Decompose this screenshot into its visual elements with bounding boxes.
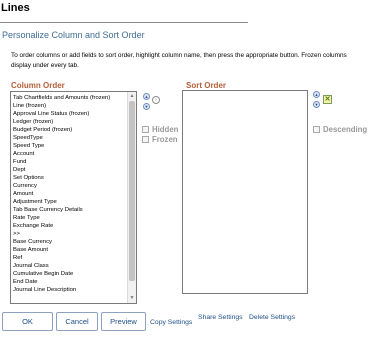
column-list-item[interactable]: Dept <box>13 166 126 174</box>
column-list-item[interactable]: Exchange Rate <box>13 222 126 230</box>
column-list-item[interactable]: Amount <box>13 190 126 198</box>
column-list-item[interactable]: Adjustment Type <box>13 198 126 206</box>
column-list-item[interactable]: Account <box>13 150 126 158</box>
page-subtitle: Personalize Column and Sort Order <box>2 30 145 40</box>
sort-move-up-icon[interactable]: ▲ <box>313 91 320 98</box>
copy-settings-link[interactable]: Copy Settings <box>150 319 192 326</box>
scroll-down-arrow-icon[interactable]: ▼ <box>129 295 135 302</box>
delete-settings-link[interactable]: Delete Settings <box>249 314 295 321</box>
column-list-item[interactable]: Tab Chartfields and Amounts (frozen) <box>13 94 126 102</box>
column-list-item[interactable]: End Date <box>13 278 126 286</box>
column-order-list: Tab Chartfields and Amounts (frozen) Line… <box>13 94 126 294</box>
column-list-item[interactable]: Ledger (frozen) <box>13 118 126 126</box>
column-list-item[interactable]: Budget Period (frozen) <box>13 126 126 134</box>
column-list-item[interactable]: Currency <box>13 182 126 190</box>
frozen-checkbox[interactable] <box>142 136 149 143</box>
column-list-item[interactable]: Fund <box>13 158 126 166</box>
column-list-item[interactable]: Rate Type <box>13 214 126 222</box>
column-list-item[interactable]: Line (frozen) <box>13 102 126 110</box>
scroll-thumb[interactable] <box>129 101 135 281</box>
column-list-item[interactable]: Approval Line Status (frozen) <box>13 110 126 118</box>
column-order-header: Column Order <box>11 81 65 90</box>
column-order-listbox[interactable]: Tab Chartfields and Amounts (frozen) Line… <box>10 91 137 304</box>
column-list-item[interactable]: Tab Base Currency Details <box>13 206 126 214</box>
column-list-item[interactable]: Speed Type <box>13 142 126 150</box>
column-move-down-icon[interactable]: ▼ <box>143 103 150 110</box>
instructions-text: To order columns or add fields to sort o… <box>11 52 347 69</box>
column-list-item[interactable]: Journal Class <box>13 262 126 270</box>
hidden-checkbox[interactable] <box>142 126 149 133</box>
sort-order-listbox[interactable] <box>182 90 308 294</box>
hidden-label: Hidden <box>152 125 179 134</box>
column-move-up-icon[interactable]: ▲ <box>143 93 150 100</box>
scroll-up-arrow-icon[interactable]: ▲ <box>129 93 135 100</box>
title-divider <box>0 22 248 23</box>
descending-checkbox[interactable] <box>313 126 320 133</box>
cancel-button[interactable]: Cancel <box>56 312 98 331</box>
share-settings-link[interactable]: Share Settings <box>198 314 243 321</box>
sort-order-header: Sort Order <box>186 81 227 90</box>
column-list-item[interactable]: >> <box>13 230 126 238</box>
column-list-item[interactable]: Base Amount <box>13 246 126 254</box>
column-list-item[interactable]: SpeedType <box>13 134 126 142</box>
sort-move-down-icon[interactable]: ▼ <box>313 101 320 108</box>
descending-checkbox-row[interactable]: Descending <box>313 125 367 134</box>
frozen-checkbox-row[interactable]: Frozen <box>142 135 178 144</box>
column-list-item[interactable]: Journal Line Description <box>13 286 126 294</box>
column-list-item[interactable]: Ref <box>13 254 126 262</box>
page-title: Lines <box>1 2 30 14</box>
column-list-item[interactable]: Cumulative Begin Date <box>13 270 126 278</box>
remove-from-sort-icon[interactable]: ✕ <box>323 95 332 104</box>
frozen-label: Frozen <box>152 135 178 144</box>
column-list-item[interactable]: Base Currency <box>13 238 126 246</box>
preview-button[interactable]: Preview <box>101 312 146 331</box>
column-list-item[interactable]: Set Options <box>13 174 126 182</box>
hidden-checkbox-row[interactable]: Hidden <box>142 125 178 134</box>
ok-button[interactable]: OK <box>2 312 53 331</box>
column-list-scrollbar[interactable]: ▲ ▼ <box>127 92 136 303</box>
add-to-sort-icon[interactable]: › <box>152 96 160 104</box>
descending-label: Descending <box>323 125 368 134</box>
